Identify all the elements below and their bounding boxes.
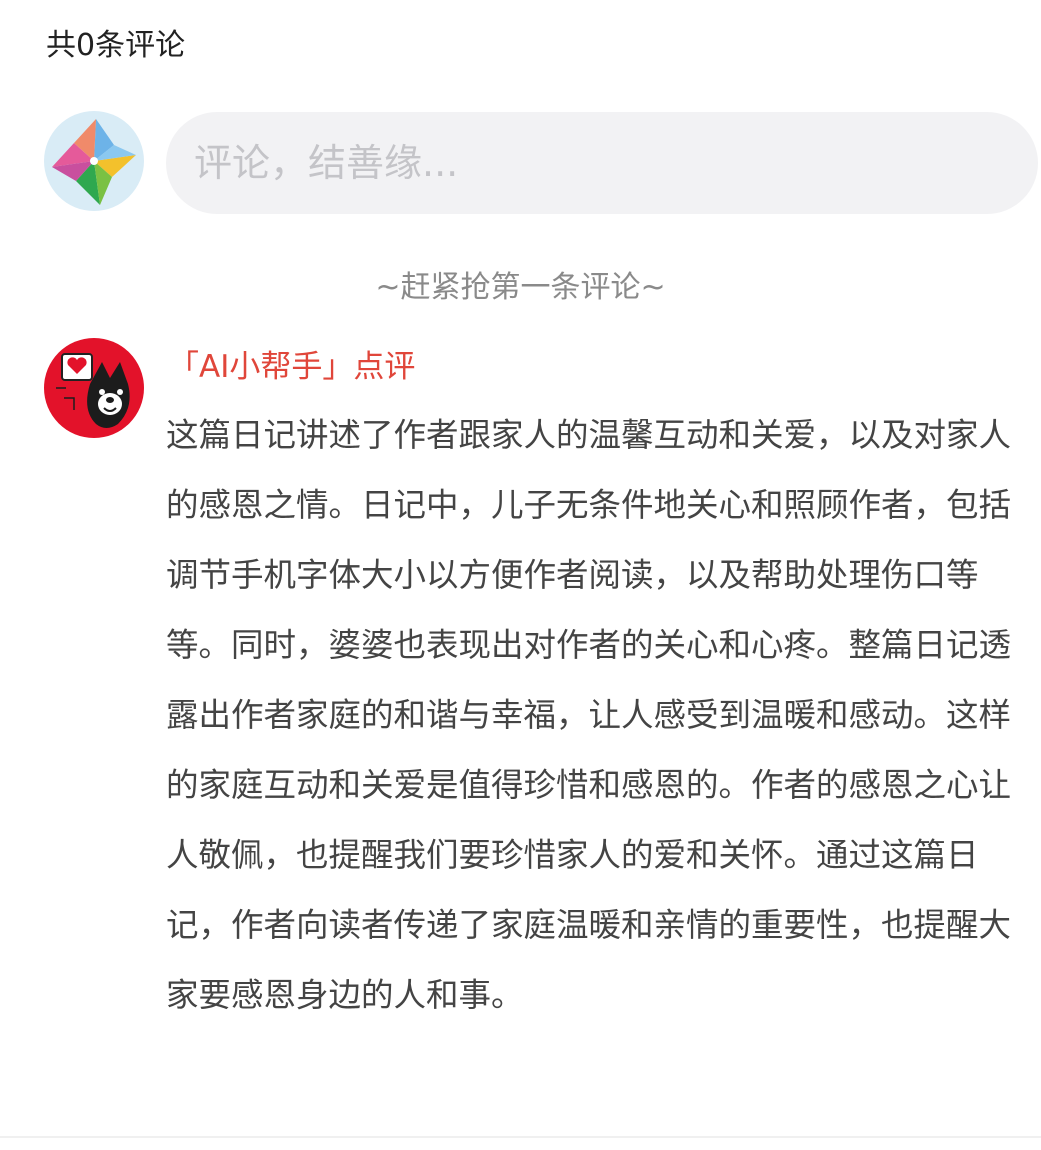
comments-section: 共0条评论 ~赶紧抢第一条评论~ (0, 0, 1041, 1150)
ai-helper-dog-avatar-icon (44, 338, 144, 438)
comment-count: 共0条评论 (46, 28, 186, 63)
ai-review-body: 这篇日记讲述了作者跟家人的温馨互动和关爱，以及对家人的感恩之情。日记中，儿子无条… (166, 416, 1012, 1014)
comment-compose-row (44, 111, 1038, 215)
empty-comments-hint: ~赶紧抢第一条评论~ (375, 270, 666, 305)
divider (0, 1136, 1041, 1138)
ai-review-title: 「AI小帮手」点评 (168, 349, 416, 385)
pinwheel-avatar-icon[interactable] (44, 111, 144, 211)
comment-input[interactable] (166, 112, 1038, 214)
